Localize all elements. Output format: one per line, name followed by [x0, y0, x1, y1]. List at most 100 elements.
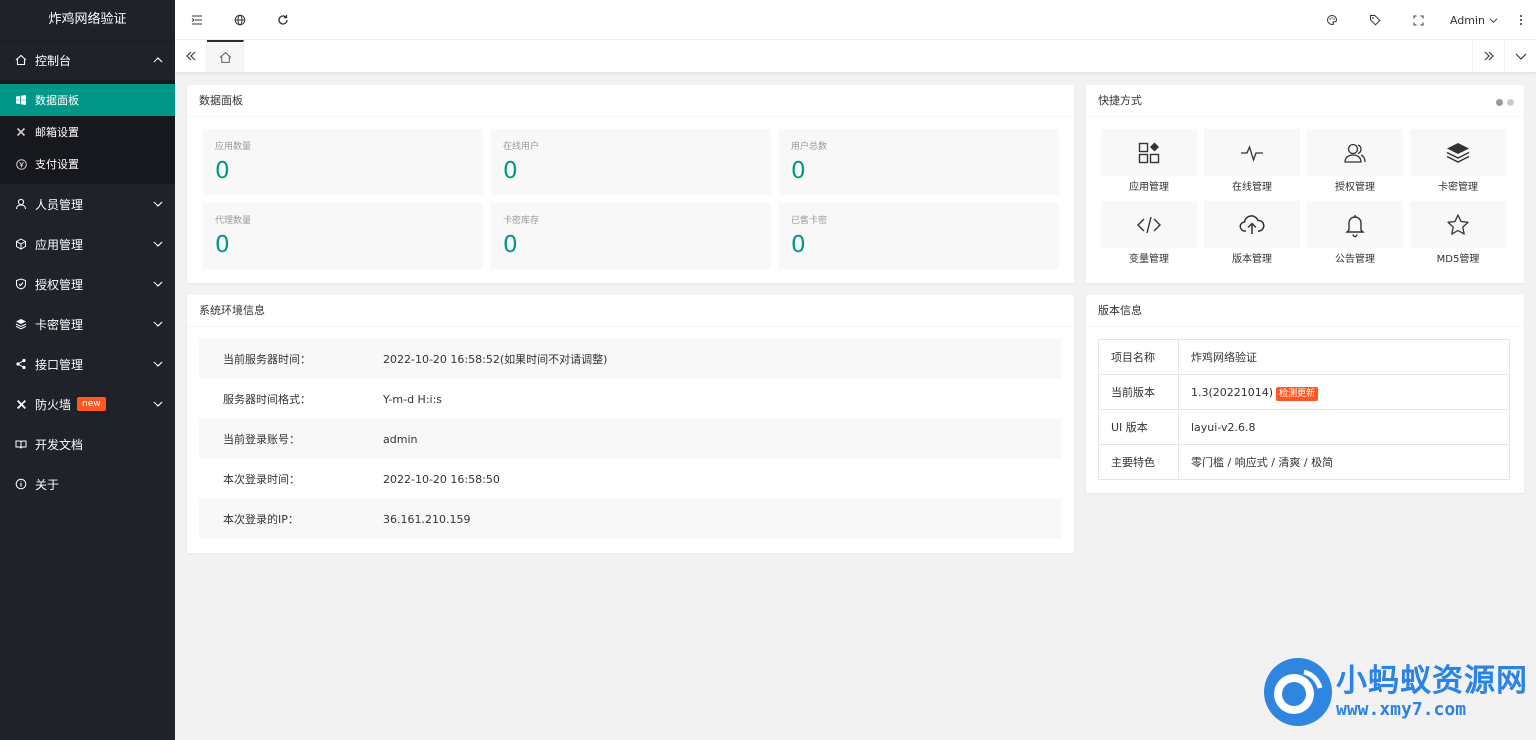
sidebar-item-console[interactable]: 控制台 — [0, 40, 175, 80]
shortcut-label: 变量管理 — [1129, 254, 1169, 265]
user-menu[interactable]: Admin — [1450, 14, 1498, 27]
shortcut-label: 版本管理 — [1232, 254, 1272, 265]
watermark-logo — [1264, 658, 1332, 726]
shortcut-label: 在线管理 — [1232, 182, 1272, 193]
sidebar-item-label: 卡密管理 — [35, 317, 84, 332]
sidebar-item-cards[interactable]: 卡密管理 — [0, 304, 175, 344]
stat-value: 0 — [215, 158, 230, 184]
windows-icon — [15, 95, 27, 105]
shortcut-variables[interactable]: 变量管理 — [1101, 201, 1197, 267]
double-chevron-left-icon — [185, 51, 195, 61]
share-icon — [15, 358, 27, 370]
card-title: 快捷方式 — [1086, 85, 1524, 117]
env-value: 2022-10-20 16:58:50 — [383, 472, 500, 486]
version-value: 炸鸡网络验证 — [1178, 339, 1510, 375]
fullscreen-button[interactable] — [1397, 0, 1440, 40]
theme-button[interactable] — [1311, 0, 1354, 40]
tab-bar — [175, 40, 1536, 73]
shortcut-md5[interactable]: MD5管理 — [1410, 201, 1506, 267]
sidebar-item-about[interactable]: 关于 — [0, 464, 175, 504]
stat-label: 卡密库存 — [503, 216, 540, 226]
shortcut-cards[interactable]: 卡密管理 — [1410, 129, 1506, 195]
version-key: 当前版本 — [1098, 374, 1179, 410]
shortcut-notices[interactable]: 公告管理 — [1307, 201, 1403, 267]
env-value: Y-m-d H:i:s — [383, 392, 443, 406]
shortcut-auth[interactable]: 授权管理 — [1307, 129, 1403, 195]
tab-scroll-left-button[interactable] — [175, 40, 207, 72]
version-info-card: 版本信息 项目名称 炸鸡网络验证 当前版本 1.3(20221014) 检测更新 UI… — [1086, 295, 1524, 493]
stat-label: 在线用户 — [503, 142, 540, 152]
sidebar-item-docs[interactable]: 开发文档 — [0, 424, 175, 464]
env-key: 当前登录账号： — [223, 433, 300, 446]
sidebar-item-firewall[interactable]: 防火墙 new — [0, 384, 175, 424]
tag-button[interactable] — [1354, 0, 1397, 40]
sidebar-item-mail-settings[interactable]: 邮箱设置 — [0, 116, 175, 148]
refresh-icon — [277, 14, 288, 25]
check-update-button[interactable]: 检测更新 — [1276, 386, 1319, 401]
env-row: 本次登录时间： 2022-10-20 16:58:50 — [199, 459, 1062, 499]
sidebar: 炸鸡网络验证 控制台 数据面板 邮箱设置 支付设置 人员管理 应用管理 授权管理 — [0, 0, 175, 740]
env-table: 当前服务器时间： 2022-10-20 16:58:52(如果时间不对请调整) 服… — [187, 327, 1074, 551]
stat-value: 0 — [503, 158, 518, 184]
stat-label: 已售卡密 — [791, 216, 828, 226]
env-value: 36.161.210.159 — [383, 512, 471, 526]
home-icon — [15, 54, 27, 66]
shortcut-apps[interactable]: 应用管理 — [1101, 129, 1197, 195]
sidebar-item-label: 接口管理 — [35, 357, 84, 372]
menu-toggle-button[interactable] — [175, 0, 218, 40]
tab-scroll-right-button[interactable] — [1472, 40, 1504, 72]
shortcut-label: 公告管理 — [1335, 254, 1375, 265]
new-badge: new — [77, 397, 106, 411]
env-key: 服务器时间格式： — [223, 393, 311, 406]
tool-icon — [15, 398, 27, 410]
shield-icon — [15, 278, 27, 290]
shortcut-label: MD5管理 — [1436, 254, 1480, 265]
env-row: 当前服务器时间： 2022-10-20 16:58:52(如果时间不对请调整) — [199, 339, 1062, 379]
table-row: 主要特色 零门槛 / 响应式 / 清爽 / 极简 — [1098, 444, 1510, 480]
shortcut-label: 授权管理 — [1335, 182, 1375, 193]
more-button[interactable] — [1506, 0, 1536, 40]
sidebar-item-data-panel[interactable]: 数据面板 — [0, 84, 175, 116]
stat-label: 代理数量 — [215, 216, 252, 226]
tab-home[interactable] — [207, 40, 244, 72]
tab-options-button[interactable] — [1504, 40, 1536, 72]
chevron-down-icon — [153, 198, 163, 212]
sidebar-item-label: 开发文档 — [35, 437, 84, 452]
sidebar-item-api[interactable]: 接口管理 — [0, 344, 175, 384]
shortcut-versions[interactable]: 版本管理 — [1204, 201, 1300, 267]
sidebar-item-label: 邮箱设置 — [35, 126, 79, 139]
stat-value: 0 — [215, 232, 230, 258]
code-icon — [1137, 216, 1161, 233]
layers-icon — [1446, 142, 1470, 163]
card-title: 系统环境信息 — [187, 295, 1074, 327]
bell-icon — [1345, 214, 1365, 237]
sidebar-item-auth[interactable]: 授权管理 — [0, 264, 175, 304]
more-vertical-icon — [1520, 15, 1522, 25]
tag-icon — [1370, 15, 1381, 26]
sidebar-item-label: 应用管理 — [35, 237, 84, 252]
sidebar-item-label: 防火墙 — [35, 397, 72, 412]
chevron-down-icon — [1489, 17, 1498, 23]
refresh-button[interactable] — [261, 0, 304, 40]
sidebar-item-apps[interactable]: 应用管理 — [0, 224, 175, 264]
shortcut-label: 卡密管理 — [1438, 182, 1478, 193]
data-panel-card: 数据面板 应用数量 0 在线用户 0 用户总数 0 代理数量 0 卡密库存 0 已售卡密 0 — [187, 85, 1074, 283]
carousel-dot[interactable] — [1507, 99, 1514, 106]
version-key: 主要特色 — [1098, 444, 1179, 480]
stat-value: 0 — [791, 232, 806, 258]
carousel-dot-active[interactable] — [1496, 99, 1503, 106]
sidebar-item-pay-settings[interactable]: 支付设置 — [0, 148, 175, 180]
sidebar-item-label: 数据面板 — [35, 94, 79, 107]
theme-icon — [1327, 14, 1338, 25]
header-right-tools: Admin — [1311, 0, 1536, 40]
card-title: 版本信息 — [1086, 295, 1524, 327]
env-row: 本次登录的IP： 36.161.210.159 — [199, 499, 1062, 539]
sidebar-item-label: 人员管理 — [35, 197, 84, 212]
sidebar-item-users[interactable]: 人员管理 — [0, 184, 175, 224]
shortcut-online[interactable]: 在线管理 — [1204, 129, 1300, 195]
website-button[interactable] — [218, 0, 261, 40]
stat-label: 用户总数 — [791, 142, 828, 152]
book-icon — [15, 438, 27, 450]
version-key: 项目名称 — [1098, 339, 1179, 375]
cloud-upload-icon — [1239, 214, 1265, 234]
